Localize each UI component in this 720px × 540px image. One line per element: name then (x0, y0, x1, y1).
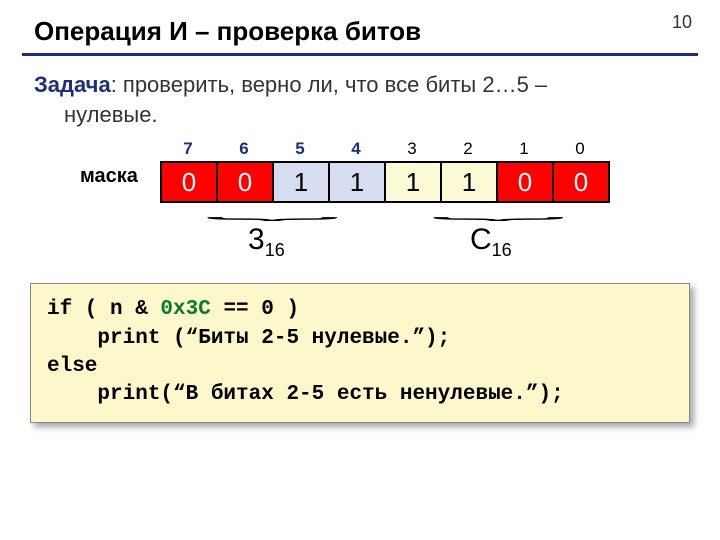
hex-base: C (470, 223, 492, 256)
task-text: Задача: проверить, верно ли, что все бит… (0, 70, 720, 129)
task-line-2: нулевые. (34, 100, 686, 130)
code-hex-literal: 0x3C (160, 298, 210, 321)
mask-bit: 1 (386, 163, 442, 201)
bit-index: 4 (328, 139, 384, 159)
hex-value-right: C16 (470, 223, 512, 261)
mask-bit: 0 (218, 163, 274, 201)
task-lead: Задача (34, 72, 111, 97)
hex-sub: 16 (265, 240, 285, 260)
mask-bit: 1 (330, 163, 386, 201)
bit-index: 7 (160, 139, 216, 159)
code-line: print(“В битах 2-5 есть ненулевые.”); (47, 383, 564, 406)
hex-value-left: 316 (248, 223, 285, 261)
brace-icon: ⏟ (205, 201, 340, 221)
code-line: if ( n & (47, 298, 160, 321)
mask-diagram: маска 7 6 5 4 3 2 1 0 0 0 1 1 1 1 0 0 ⏟ … (0, 139, 720, 269)
task-line-1: : проверить, верно ли, что все биты 2…5 … (111, 72, 547, 97)
hex-base: 3 (248, 223, 265, 256)
page-number: 10 (672, 12, 692, 33)
mask-bit: 0 (498, 163, 554, 201)
mask-bit: 0 (554, 163, 608, 201)
title-underline (22, 53, 698, 56)
bit-index: 3 (384, 139, 440, 159)
slide-title: Операция И – проверка битов (0, 0, 720, 53)
code-line: print (“Биты 2-5 нулевые.”); (47, 327, 450, 350)
bit-index: 5 (272, 139, 328, 159)
code-line: == 0 ) (211, 298, 299, 321)
hex-sub: 16 (492, 240, 512, 260)
mask-bit: 1 (274, 163, 330, 201)
bit-index: 6 (216, 139, 272, 159)
code-line: else (47, 355, 97, 378)
mask-label: маска (80, 165, 138, 188)
bit-index: 1 (496, 139, 552, 159)
code-block: if ( n & 0x3C == 0 ) print (“Биты 2-5 ну… (30, 283, 690, 422)
bit-index: 0 (552, 139, 608, 159)
bit-index: 2 (440, 139, 496, 159)
mask-bits-row: 0 0 1 1 1 1 0 0 (160, 161, 610, 203)
mask-bit: 1 (442, 163, 498, 201)
bit-indices-row: 7 6 5 4 3 2 1 0 (160, 139, 608, 159)
brace-icon: ⏟ (431, 201, 566, 221)
mask-bit: 0 (162, 163, 218, 201)
